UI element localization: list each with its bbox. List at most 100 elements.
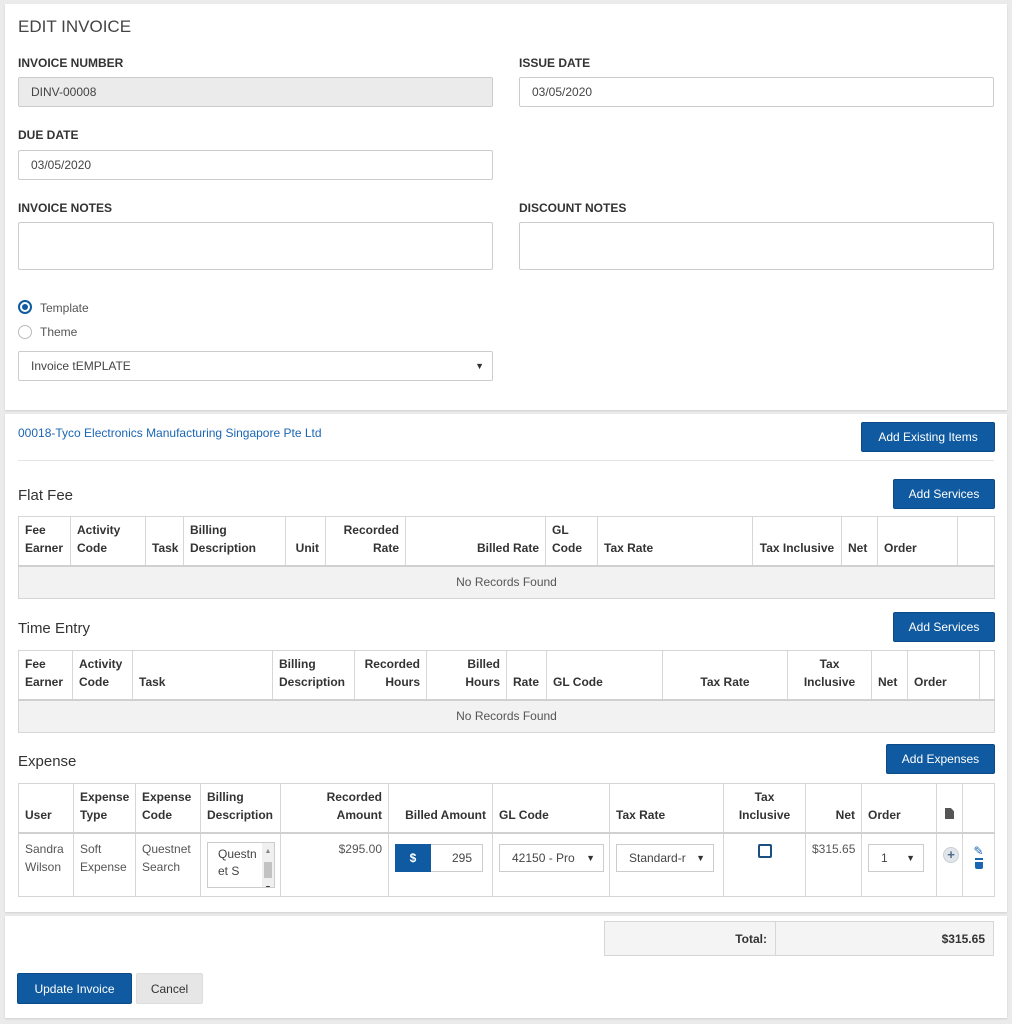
- invoice-number-label: INVOICE NUMBER: [18, 56, 124, 70]
- invoice-notes-label: INVOICE NOTES: [18, 201, 113, 215]
- invoice-header-panel: EDIT INVOICE INVOICE NUMBER DINV-00008 I…: [5, 4, 1007, 410]
- col-net: Net: [871, 650, 908, 701]
- col-recorded-rate: Recorded Rate: [325, 516, 406, 567]
- billed-amount-group: $ 295: [395, 844, 486, 872]
- col-tax-rate: Tax Rate: [597, 516, 753, 567]
- theme-radio[interactable]: [18, 325, 32, 339]
- tax-rate-value: Standard-r: [629, 851, 686, 865]
- divider: [18, 460, 994, 461]
- flat-fee-table: Fee Earner Activity Code Task Billing De…: [18, 516, 995, 599]
- col-billing-description: Billing Description: [183, 516, 286, 567]
- document-icon: [945, 808, 954, 819]
- update-invoice-button[interactable]: Update Invoice: [17, 973, 132, 1004]
- edit-icon[interactable]: ✎: [969, 844, 988, 858]
- col-activity-code: Activity Code: [72, 650, 133, 701]
- col-billed-hours: Billed Hours: [426, 650, 507, 701]
- cell-recorded-amount: $295.00: [280, 832, 389, 897]
- invoice-footer-panel: Total: $315.65 Update Invoice Cancel: [5, 916, 1007, 1018]
- expense-table: User Expense Type Expense Code Billing D…: [18, 783, 995, 897]
- due-date-field[interactable]: 03/05/2020: [18, 150, 493, 180]
- billing-description-text: Questnet S: [218, 847, 257, 878]
- expense-row: Sandra Wilson Soft Expense Questnet Sear…: [18, 832, 995, 897]
- col-unit: Unit: [285, 516, 326, 567]
- col-task: Task: [145, 516, 184, 567]
- time-entry-empty-message: No Records Found: [18, 699, 995, 733]
- col-expense-type: Expense Type: [73, 783, 136, 834]
- col-actions: [979, 650, 995, 701]
- col-recorded-hours: Recorded Hours: [354, 650, 427, 701]
- flat-fee-empty-message: No Records Found: [18, 565, 995, 599]
- template-select[interactable]: Invoice tEMPLATE ▼: [18, 351, 493, 381]
- gl-code-value: 42150 - Pro: [512, 851, 575, 865]
- col-rate: Rate: [506, 650, 547, 701]
- flat-fee-add-services-button[interactable]: Add Services: [893, 479, 995, 509]
- add-icon[interactable]: +: [943, 847, 959, 863]
- discount-notes-textarea[interactable]: [519, 222, 994, 270]
- col-tax-rate: Tax Rate: [662, 650, 788, 701]
- issue-date-field[interactable]: 03/05/2020: [519, 77, 994, 107]
- time-entry-table: Fee Earner Activity Code Task Billing De…: [18, 650, 995, 733]
- invoice-number-field: DINV-00008: [18, 77, 493, 107]
- cell-expense-code: Questnet Search: [135, 832, 201, 897]
- col-billed-rate: Billed Rate: [405, 516, 546, 567]
- template-radio[interactable]: [18, 300, 32, 314]
- due-date-label: DUE DATE: [18, 128, 79, 142]
- expense-title: Expense: [18, 753, 77, 770]
- chevron-down-icon: ▼: [584, 849, 595, 867]
- invoice-notes-textarea[interactable]: [18, 222, 493, 270]
- col-fee-earner: Fee Earner: [18, 516, 71, 567]
- add-existing-items-button[interactable]: Add Existing Items: [861, 422, 995, 452]
- template-radio-label: Template: [40, 301, 89, 315]
- issue-date-label: ISSUE DATE: [519, 56, 591, 70]
- billing-description-textarea[interactable]: Questnet S ▲ ▼: [207, 842, 275, 888]
- currency-addon: $: [395, 844, 431, 872]
- col-fee-earner: Fee Earner: [18, 650, 73, 701]
- col-recorded-amount: Recorded Amount: [280, 783, 389, 834]
- chevron-down-icon: ▼: [475, 361, 484, 371]
- discount-notes-label: DISCOUNT NOTES: [519, 201, 627, 215]
- textarea-scrollbar[interactable]: ▲ ▼: [262, 843, 274, 887]
- col-activity-code: Activity Code: [70, 516, 146, 567]
- col-net: Net: [841, 516, 878, 567]
- col-order: Order: [861, 783, 937, 834]
- invoice-items-panel: 00018-Tyco Electronics Manufacturing Sin…: [5, 414, 1007, 912]
- order-value: 1: [881, 851, 888, 865]
- time-entry-add-services-button[interactable]: Add Services: [893, 612, 995, 642]
- col-billed-amount: Billed Amount: [388, 783, 493, 834]
- cell-expense-type: Soft Expense: [73, 832, 136, 897]
- add-expenses-button[interactable]: Add Expenses: [886, 744, 995, 774]
- col-billing-description: Billing Description: [200, 783, 281, 834]
- order-select[interactable]: 1 ▼: [868, 844, 924, 872]
- total-label: Total:: [605, 922, 776, 955]
- col-tax-rate: Tax Rate: [609, 783, 724, 834]
- col-user: User: [18, 783, 74, 834]
- totals-row: Total: $315.65: [604, 921, 994, 956]
- col-actions: [957, 516, 995, 567]
- gl-code-select[interactable]: 42150 - Pro ▼: [499, 844, 604, 872]
- col-actions: [962, 783, 995, 834]
- client-link[interactable]: 00018-Tyco Electronics Manufacturing Sin…: [18, 426, 322, 440]
- billed-amount-input[interactable]: 295: [431, 844, 483, 872]
- col-gl-code: GL Code: [546, 650, 663, 701]
- tax-inclusive-checkbox[interactable]: [757, 844, 772, 858]
- total-value: $315.65: [776, 922, 993, 955]
- tax-rate-select[interactable]: Standard-r ▼: [616, 844, 714, 872]
- col-expense-code: Expense Code: [135, 783, 201, 834]
- col-net: Net: [805, 783, 862, 834]
- chevron-down-icon: ▼: [906, 853, 915, 863]
- col-document: [936, 783, 963, 834]
- cell-user: Sandra Wilson: [18, 832, 74, 897]
- col-tax-inclusive: Tax Inclusive: [723, 783, 806, 834]
- theme-radio-label: Theme: [40, 325, 78, 339]
- flat-fee-title: Flat Fee: [18, 487, 74, 504]
- chevron-down-icon: ▼: [694, 849, 705, 867]
- page-title: EDIT INVOICE: [18, 17, 132, 36]
- cell-net: $315.65: [805, 832, 862, 897]
- col-order: Order: [907, 650, 980, 701]
- delete-icon[interactable]: [974, 860, 983, 869]
- col-order: Order: [877, 516, 958, 567]
- time-entry-title: Time Entry: [18, 620, 90, 637]
- cancel-button[interactable]: Cancel: [136, 973, 203, 1004]
- col-gl-code: GL Code: [492, 783, 610, 834]
- col-tax-inclusive: Tax Inclusive: [787, 650, 872, 701]
